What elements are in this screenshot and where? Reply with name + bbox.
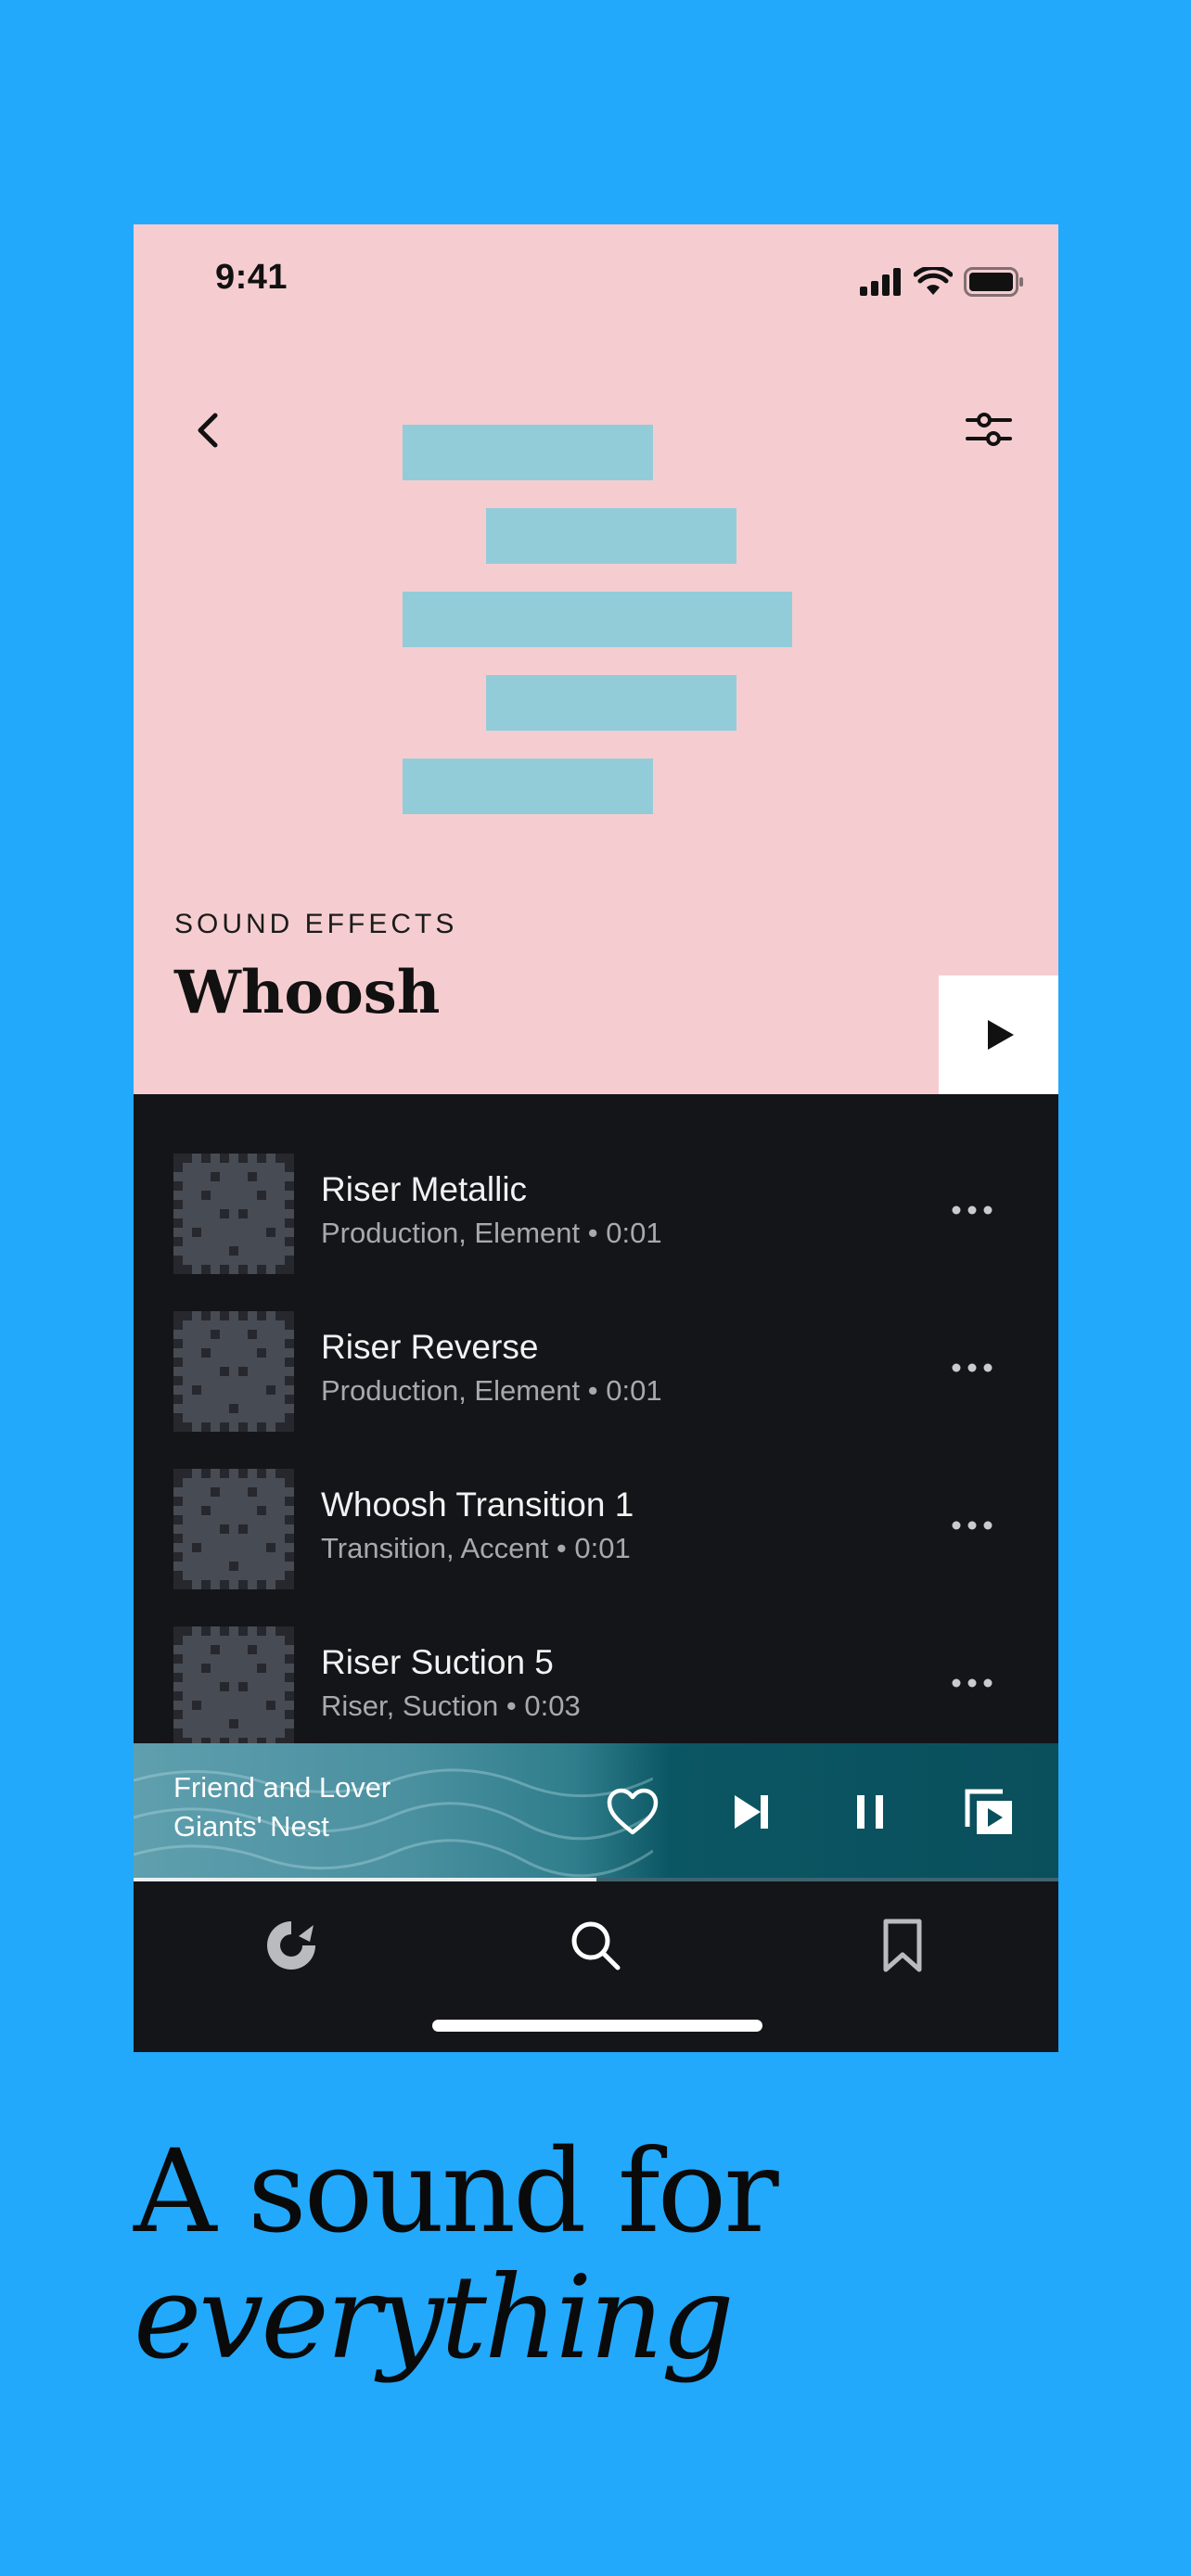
phone-screen: 9:41 SOUND EFFECTS Whoosh Riser Metallic… bbox=[134, 224, 1058, 2052]
track-tags: Transition, Accent bbox=[321, 1532, 549, 1564]
home-indicator bbox=[432, 2020, 762, 2032]
more-options-icon[interactable] bbox=[951, 1204, 993, 1217]
track-title: Riser Suction 5 bbox=[321, 1643, 554, 1681]
play-icon bbox=[987, 1020, 1014, 1050]
skip-next-icon bbox=[735, 1795, 768, 1829]
pause-button[interactable] bbox=[842, 1784, 898, 1840]
track-thumbnail bbox=[173, 1626, 294, 1747]
waveform-pattern-icon bbox=[173, 1154, 294, 1274]
track-title: Riser Reverse bbox=[321, 1328, 539, 1366]
status-time: 9:41 bbox=[215, 258, 288, 297]
marketing-tagline: A sound for everything bbox=[134, 2125, 779, 2385]
waveform-pattern-icon bbox=[173, 1311, 294, 1432]
collection-title: Whoosh bbox=[174, 958, 441, 1027]
queue-icon bbox=[965, 1789, 1012, 1834]
track-tags: Riser, Suction bbox=[321, 1690, 499, 1722]
separator-dot-icon: • bbox=[498, 1690, 525, 1722]
tab-bar bbox=[134, 1882, 1058, 2052]
track-meta: Riser, Suction • 0:03 bbox=[321, 1690, 581, 1723]
track-title: Riser Metallic bbox=[321, 1170, 528, 1208]
track-tags: Production, Element bbox=[321, 1374, 581, 1407]
track-duration: 0:01 bbox=[574, 1532, 631, 1564]
track-row[interactable]: Riser Metallic Production, Element • 0:01 bbox=[134, 1154, 1058, 1274]
track-meta: Transition, Accent • 0:01 bbox=[321, 1532, 631, 1565]
art-bar bbox=[403, 425, 653, 480]
like-button[interactable] bbox=[605, 1784, 660, 1840]
art-bar bbox=[403, 592, 792, 647]
track-row[interactable]: Riser Suction 5 Riser, Suction • 0:03 bbox=[134, 1626, 1058, 1747]
track-thumbnail bbox=[173, 1154, 294, 1274]
queue-button[interactable] bbox=[961, 1784, 1017, 1840]
art-bar bbox=[486, 675, 736, 731]
battery-icon bbox=[964, 267, 1023, 297]
track-thumbnail bbox=[173, 1311, 294, 1432]
now-playing-title: Friend and Lover bbox=[173, 1771, 391, 1804]
art-bar bbox=[403, 759, 653, 814]
status-icons bbox=[860, 267, 1025, 297]
heart-icon bbox=[607, 1788, 659, 1835]
wifi-icon bbox=[914, 267, 953, 295]
bookmark-icon[interactable] bbox=[873, 1916, 932, 1975]
collection-category: SOUND EFFECTS bbox=[174, 909, 458, 939]
track-thumbnail bbox=[173, 1469, 294, 1589]
home-icon[interactable] bbox=[262, 1916, 321, 1975]
track-duration: 0:03 bbox=[524, 1690, 581, 1722]
pause-icon bbox=[857, 1795, 883, 1829]
sliders-icon[interactable] bbox=[966, 406, 1012, 453]
separator-dot-icon: • bbox=[580, 1217, 607, 1249]
now-playing-artist: Giants' Nest bbox=[173, 1810, 329, 1843]
waveform-pattern-icon bbox=[173, 1626, 294, 1747]
collection-artwork bbox=[403, 425, 792, 814]
collection-header: 9:41 SOUND EFFECTS Whoosh bbox=[134, 224, 1058, 1094]
track-meta: Production, Element • 0:01 bbox=[321, 1217, 662, 1250]
track-meta: Production, Element • 0:01 bbox=[321, 1374, 662, 1408]
separator-dot-icon: • bbox=[580, 1374, 607, 1407]
track-title: Whoosh Transition 1 bbox=[321, 1486, 634, 1524]
back-chevron-icon[interactable] bbox=[189, 402, 226, 458]
tagline-line-1: A sound for bbox=[134, 2125, 779, 2259]
track-duration: 0:01 bbox=[606, 1217, 662, 1249]
more-options-icon[interactable] bbox=[951, 1361, 993, 1374]
search-icon[interactable] bbox=[566, 1916, 625, 1975]
more-options-icon[interactable] bbox=[951, 1677, 993, 1690]
track-tags: Production, Element bbox=[321, 1217, 581, 1249]
waveform-pattern-icon bbox=[173, 1469, 294, 1589]
signal-icon bbox=[860, 268, 901, 296]
track-duration: 0:01 bbox=[606, 1374, 662, 1407]
mini-player[interactable]: Friend and Lover Giants' Nest bbox=[134, 1743, 1058, 1881]
track-row[interactable]: Whoosh Transition 1 Transition, Accent • … bbox=[134, 1469, 1058, 1589]
playback-progress-fill bbox=[134, 1878, 596, 1881]
separator-dot-icon: • bbox=[548, 1532, 575, 1564]
more-options-icon[interactable] bbox=[951, 1519, 993, 1532]
play-all-button[interactable] bbox=[939, 976, 1058, 1094]
skip-next-button[interactable] bbox=[724, 1784, 779, 1840]
track-row[interactable]: Riser Reverse Production, Element • 0:01 bbox=[134, 1311, 1058, 1432]
tagline-line-2: everything bbox=[134, 2251, 735, 2385]
art-bar bbox=[486, 508, 736, 564]
playback-progress[interactable] bbox=[134, 1878, 1058, 1881]
